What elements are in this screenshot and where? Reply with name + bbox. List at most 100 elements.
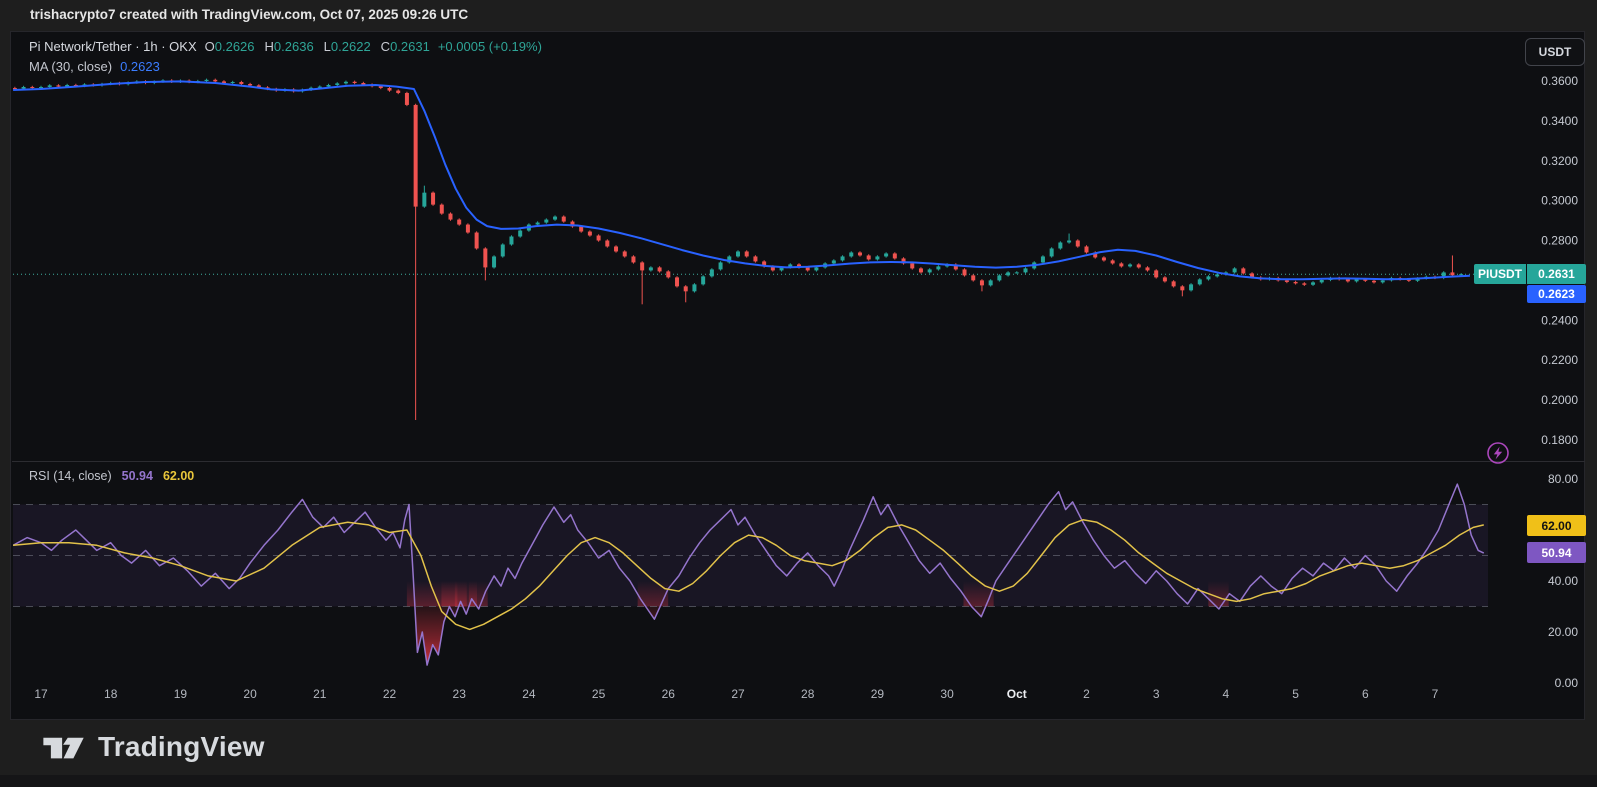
candle-body — [579, 227, 583, 232]
currency-toggle-button[interactable]: USDT — [1525, 38, 1585, 66]
watermark-bar: trishacrypto7 created with TradingView.c… — [0, 0, 1597, 31]
symbol-title: Pi Network/Tether · 1h · OKX — [29, 39, 197, 54]
candle-body — [388, 88, 392, 91]
candle-body — [544, 220, 548, 223]
time-axis-label-Oct[interactable]: Oct — [1007, 687, 1027, 701]
time-axis-label-20[interactable]: 20 — [243, 687, 257, 701]
candle-body — [30, 87, 34, 88]
rsi-oversold-fill — [1216, 607, 1220, 610]
ma30-line — [13, 81, 1470, 279]
time-axis-label-24[interactable]: 24 — [522, 687, 536, 701]
time-axis-label-21[interactable]: 21 — [313, 687, 327, 701]
rsi-oversold-fill — [415, 607, 450, 666]
price-tick-label[interactable]: 0.2800 — [1541, 234, 1578, 248]
candle-body — [902, 258, 906, 263]
candle-body — [1259, 277, 1263, 279]
main-pane — [13, 79, 1488, 420]
instant-trading-lightning-icon[interactable] — [1487, 442, 1509, 464]
candle-body — [431, 193, 435, 205]
candle-body — [1032, 262, 1036, 268]
rsi-oversold-glow — [1208, 581, 1228, 606]
candle-body — [588, 232, 592, 236]
time-axis-label-22[interactable]: 22 — [383, 687, 397, 701]
candle-body — [649, 267, 653, 270]
candle-body — [736, 251, 740, 256]
ma-price-label: 0.2623 — [1527, 285, 1586, 303]
tradingview-screenshot: trishacrypto7 created with TradingView.c… — [0, 0, 1597, 787]
candle-body — [1058, 242, 1062, 248]
candle-body — [631, 256, 635, 262]
time-axis-label-28[interactable]: 28 — [801, 687, 815, 701]
candle-body — [213, 80, 217, 82]
candle-body — [74, 85, 78, 86]
time-axis-label-4[interactable]: 4 — [1223, 687, 1230, 701]
time-axis-label-6[interactable]: 6 — [1362, 687, 1369, 701]
candle-body — [196, 81, 200, 82]
price-tick-label[interactable]: 0.2200 — [1541, 353, 1578, 367]
candle-body — [1355, 279, 1359, 281]
candle-body — [806, 267, 810, 270]
candle-body — [91, 84, 95, 85]
time-axis-label-5[interactable]: 5 — [1292, 687, 1299, 701]
rsi-tick-label[interactable]: 40.00 — [1548, 574, 1578, 588]
candle-body — [292, 89, 296, 91]
candle-body — [666, 271, 670, 277]
time-axis-label-2[interactable]: 2 — [1083, 687, 1090, 701]
candle-body — [1389, 278, 1393, 280]
candle-body — [144, 81, 148, 83]
ma-label: MA (30, close) — [29, 59, 112, 74]
candle-body — [457, 220, 461, 225]
price-tick-label[interactable]: 0.3200 — [1541, 154, 1578, 168]
rsi-value: 50.94 — [122, 469, 153, 483]
price-tick-label[interactable]: 0.3600 — [1541, 74, 1578, 88]
candle-body — [1189, 284, 1193, 290]
candle-body — [222, 81, 226, 83]
time-axis-label-7[interactable]: 7 — [1432, 687, 1439, 701]
candle-body — [692, 284, 696, 291]
last-price-label: 0.2631 — [1527, 264, 1586, 284]
candle-body — [536, 223, 540, 225]
candle-body — [597, 236, 601, 241]
open-label: O — [205, 39, 215, 54]
rsi-tick-label[interactable]: 20.00 — [1548, 625, 1578, 639]
time-axis-label-25[interactable]: 25 — [592, 687, 606, 701]
candle-body — [170, 80, 174, 81]
rsi-tick-label[interactable]: 80.00 — [1548, 472, 1578, 486]
time-axis-label-26[interactable]: 26 — [662, 687, 676, 701]
candle-body — [771, 266, 775, 270]
candle-body — [22, 87, 26, 89]
candle-body — [1398, 278, 1402, 279]
candle-body — [370, 85, 374, 87]
candle-body — [605, 241, 609, 247]
candle-body — [440, 205, 444, 214]
candle-body — [658, 267, 662, 271]
time-axis-label-30[interactable]: 30 — [940, 687, 954, 701]
candle-body — [1241, 268, 1245, 273]
price-tick-label[interactable]: 0.2000 — [1541, 393, 1578, 407]
candle-body — [1076, 241, 1080, 247]
change-value: +0.0005 (+0.19%) — [438, 39, 542, 54]
time-axis-label-23[interactable]: 23 — [453, 687, 467, 701]
price-tick-label[interactable]: 0.3000 — [1541, 194, 1578, 208]
rsi-ma-value: 62.00 — [163, 469, 194, 483]
candle-body — [48, 85, 52, 87]
time-axis-label-19[interactable]: 19 — [174, 687, 188, 701]
candle-body — [335, 83, 339, 85]
time-axis-label-17[interactable]: 17 — [34, 687, 48, 701]
time-axis-label-3[interactable]: 3 — [1153, 687, 1160, 701]
candle-body — [257, 85, 261, 87]
candle-body — [1128, 264, 1132, 266]
rsi-tick-label[interactable]: 0.00 — [1555, 676, 1579, 690]
time-axis-label-29[interactable]: 29 — [871, 687, 885, 701]
candle-body — [1424, 277, 1428, 279]
time-axis-label-27[interactable]: 27 — [731, 687, 745, 701]
price-tick-label[interactable]: 0.1800 — [1541, 433, 1578, 447]
candle-body — [109, 83, 113, 84]
price-tick-label[interactable]: 0.3400 — [1541, 114, 1578, 128]
chart-canvas: 0.3600 0.3400 0.3200 0.3000 0.2800 0.2400 0.22… — [11, 32, 1586, 721]
candle-body — [1137, 264, 1141, 267]
candle-body — [710, 269, 714, 276]
candle-body — [945, 264, 949, 266]
price-tick-label[interactable]: 0.2400 — [1541, 313, 1578, 327]
time-axis-label-18[interactable]: 18 — [104, 687, 118, 701]
